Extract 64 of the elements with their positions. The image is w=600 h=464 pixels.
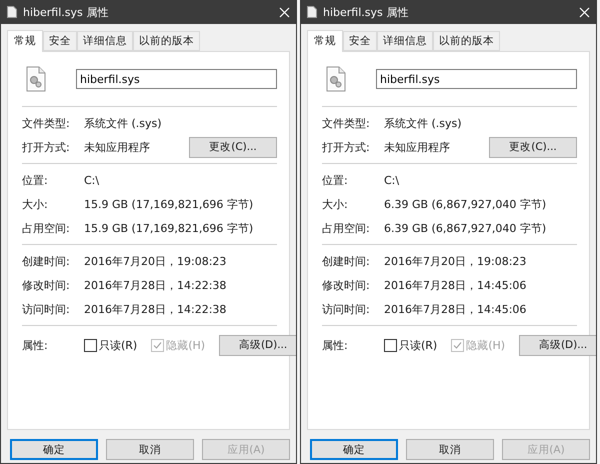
property-label: 占用空间: bbox=[22, 220, 71, 236]
property-value: 2016年7月20日，19:08:23 bbox=[384, 254, 528, 268]
advanced-button[interactable]: 高级(D)... bbox=[519, 334, 596, 356]
change-button[interactable]: 更改(C)... bbox=[189, 136, 277, 158]
property-value: 未知应用程序 bbox=[384, 140, 451, 154]
property-label: 打开方式: bbox=[322, 140, 371, 154]
tab[interactable]: 安全 bbox=[343, 31, 377, 51]
property-label: 访问时间: bbox=[22, 302, 71, 316]
property-value: C:\ bbox=[384, 174, 400, 186]
close-icon[interactable] bbox=[579, 6, 590, 18]
tab[interactable]: 常规 bbox=[7, 30, 43, 52]
window-title: hiberfil.sys 属性 bbox=[323, 4, 410, 20]
property-label: 创建时间: bbox=[322, 254, 371, 268]
attributes-label: 属性: bbox=[322, 338, 349, 352]
property-value: C:\ bbox=[84, 174, 100, 186]
tab[interactable]: 常规 bbox=[307, 30, 343, 52]
filename-field[interactable]: hiberfil.sys bbox=[76, 69, 277, 89]
property-label: 创建时间: bbox=[22, 254, 71, 268]
checkmark-icon bbox=[453, 340, 462, 350]
dialog-button[interactable]: 确定 bbox=[10, 439, 98, 460]
tab[interactable]: 以前的版本 bbox=[433, 31, 500, 51]
dialog-button[interactable]: 取消 bbox=[106, 439, 194, 460]
tab[interactable]: 以前的版本 bbox=[133, 31, 200, 51]
attribute-checkbox[interactable]: 只读(R) bbox=[384, 338, 438, 352]
property-label: 位置: bbox=[22, 172, 49, 188]
checkmark-icon bbox=[153, 340, 162, 350]
property-value: 2016年7月20日，19:08:23 bbox=[84, 254, 228, 268]
dialog-button[interactable]: 确定 bbox=[310, 439, 398, 460]
change-button[interactable]: 更改(C)... bbox=[489, 136, 577, 158]
system-file-icon bbox=[326, 66, 346, 92]
property-value: 2016年7月28日，14:22:38 bbox=[84, 302, 228, 316]
property-value: 15.9 GB (17,169,821,696 字节) bbox=[84, 196, 254, 212]
window-title: hiberfil.sys 属性 bbox=[23, 4, 110, 20]
property-label: 文件类型: bbox=[322, 116, 371, 130]
property-label: 文件类型: bbox=[22, 116, 71, 130]
property-label: 占用空间: bbox=[322, 220, 371, 236]
file-icon bbox=[307, 6, 317, 18]
property-value: 6.39 GB (6,867,927,040 字节) bbox=[384, 220, 548, 236]
tab[interactable]: 详细信息 bbox=[377, 31, 433, 51]
property-value: 6.39 GB (6,867,927,040 字节) bbox=[384, 196, 548, 212]
property-value: 系统文件 (.sys) bbox=[384, 116, 463, 130]
property-value: 15.9 GB (17,169,821,696 字节) bbox=[84, 220, 254, 236]
dialog-button[interactable]: 取消 bbox=[406, 439, 494, 460]
close-icon[interactable] bbox=[279, 6, 290, 18]
attribute-checkbox[interactable]: 只读(R) bbox=[84, 338, 138, 352]
property-value: 2016年7月28日，14:22:38 bbox=[84, 278, 228, 292]
tab[interactable]: 详细信息 bbox=[77, 31, 133, 51]
property-label: 修改时间: bbox=[22, 278, 71, 292]
property-value: 系统文件 (.sys) bbox=[84, 116, 163, 130]
system-file-icon bbox=[26, 66, 46, 92]
property-label: 位置: bbox=[322, 172, 349, 188]
tab[interactable]: 安全 bbox=[43, 31, 77, 51]
file-icon bbox=[7, 6, 17, 18]
property-label: 大小: bbox=[22, 196, 49, 212]
property-value: 2016年7月28日，14:45:06 bbox=[384, 302, 528, 316]
property-label: 修改时间: bbox=[322, 278, 371, 292]
advanced-button[interactable]: 高级(D)... bbox=[219, 334, 296, 356]
filename-field[interactable]: hiberfil.sys bbox=[376, 69, 577, 89]
property-label: 大小: bbox=[322, 196, 349, 212]
property-value: 2016年7月28日，14:45:06 bbox=[384, 278, 528, 292]
property-value: 未知应用程序 bbox=[84, 140, 151, 154]
property-label: 访问时间: bbox=[322, 302, 371, 316]
property-label: 打开方式: bbox=[22, 140, 71, 154]
attributes-label: 属性: bbox=[22, 338, 49, 352]
